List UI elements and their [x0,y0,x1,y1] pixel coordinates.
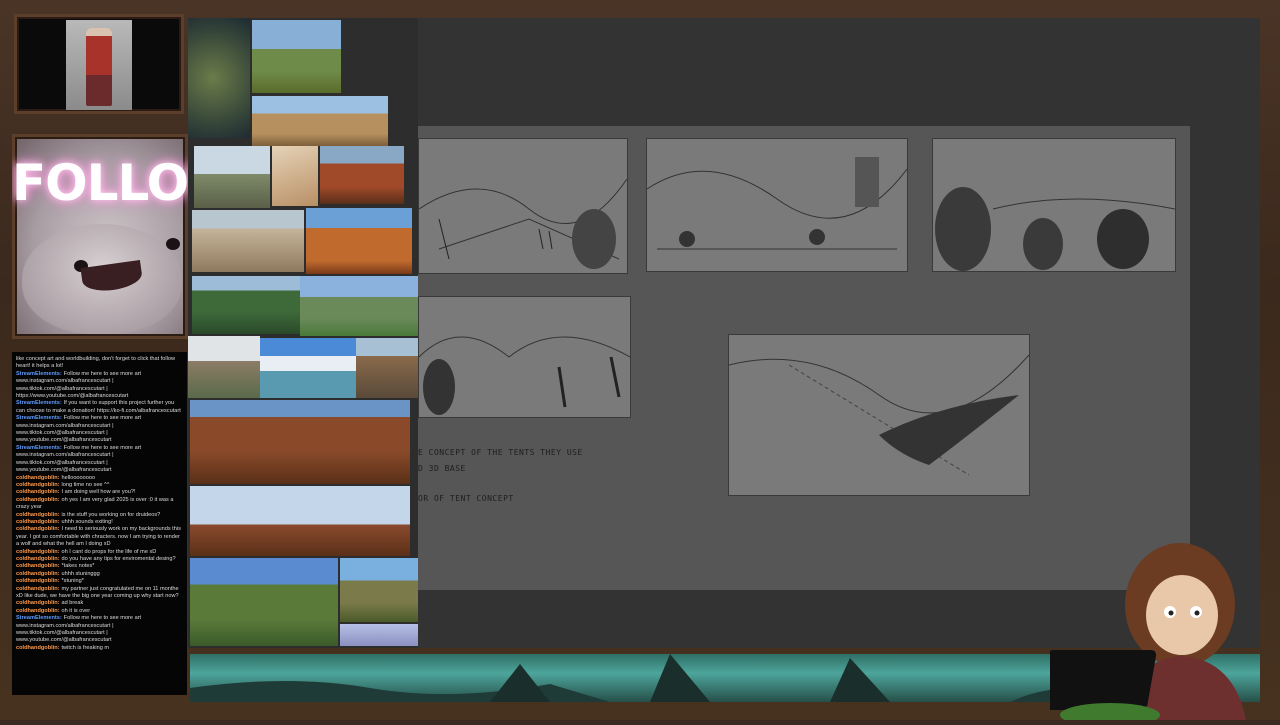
chat-username[interactable]: coldhandgoblin: [16,563,60,569]
chat-text: like concept art and worldbuilding, don'… [16,356,176,370]
chat-message: coldhandgoblin: twitch is freaking m [16,645,183,652]
desert-rock-reference-image [252,96,388,146]
streamer-avatar [1037,520,1270,725]
chat-message: coldhandgoblin: helloooooooo [16,475,183,482]
mesa-reference-image [190,486,410,556]
chat-message: coldhandgoblin: oh I cant do props for th… [16,549,183,556]
thumbnail-sketch-4 [418,296,631,418]
chat-message: coldhandgoblin: oh it is over [16,608,183,615]
chat-message: StreamElements: Follow me here to see mor… [16,371,183,401]
chat-message: coldhandgoblin: uhhh stuninggg [16,571,183,578]
chat-text: helloooooooo [61,474,96,481]
chat-panel: like concept art and worldbuilding, don'… [12,352,187,695]
chat-message: StreamElements: If you want to support th… [16,400,183,415]
chat-message: coldhandgoblin: I am doing well how are y… [16,489,183,496]
red-canyon-reference-image [190,400,410,484]
chat-username[interactable]: coldhandgoblin: [16,578,60,584]
chat-text: twitch is freaking m [61,644,110,651]
thumbnail-sketch-1 [418,138,628,274]
webcam-preview [14,14,184,114]
chat-message: coldhandgoblin: long time no see ^^ [16,482,183,489]
chat-message: coldhandgoblin: *takes notes* [16,563,183,570]
chat-username[interactable]: StreamElements: [16,445,62,451]
chat-username[interactable]: StreamElements: [16,400,62,406]
chat-message: like concept art and worldbuilding, don'… [16,356,183,371]
chat-username[interactable]: coldhandgoblin: [16,571,60,577]
snow-camp-reference-image [194,146,270,208]
chat-message: coldhandgoblin: *stuning* [16,578,183,585]
sketch-note-1: E CONCEPT OF THE TENTS THEY USE [418,448,583,457]
chat-username[interactable]: coldhandgoblin: [16,526,60,532]
chat-message: StreamElements: Follow me here to see mor… [16,615,183,645]
chat-username[interactable]: coldhandgoblin: [16,489,60,495]
sketch-note-3: OR OF TENT CONCEPT [418,494,514,503]
chat-text: oh it is over [61,607,91,614]
follow-alert-panel: FOLLOW [12,134,188,339]
thumbnail-sketch-3 [932,138,1176,272]
waterfall-reference-image [192,276,300,334]
chat-username[interactable]: coldhandgoblin: [16,519,60,525]
thumbnail-sketch-2 [646,138,908,272]
chat-username[interactable]: coldhandgoblin: [16,512,60,518]
chat-text: is the stuff you working on for druideos… [61,511,161,518]
chat-text: *stuning* [61,578,84,585]
reference-image-board [188,18,418,648]
chat-text: do you have any tips for enviromental de… [61,555,176,562]
chat-message: coldhandgoblin: uhhh sounds exiting! [16,519,183,526]
rock-spires-reference-image [306,208,412,274]
chat-username[interactable]: coldhandgoblin: [16,497,60,503]
chat-username[interactable]: coldhandgoblin: [16,645,60,651]
dunes-reference-image [272,146,318,206]
plateau-reference-image [340,558,418,622]
chat-text: I am doing well how are you?! [61,489,136,496]
chat-text: oh I cant do props for the life of me xD [61,548,157,555]
chat-username[interactable]: StreamElements: [16,615,62,621]
chat-message: coldhandgoblin: I need to seriously work … [16,526,183,548]
chat-message: coldhandgoblin: is the stuff you working … [16,512,183,519]
snowy-peaks-reference-image [260,338,356,398]
steppe-reference-image [252,20,341,93]
sketch-note-2: D 3D BASE [418,464,466,473]
canyon-small-reference-image [356,338,418,398]
chat-message: StreamElements: Follow me here to see mor… [16,415,183,445]
red-mountain-reference-image [320,146,404,204]
chat-text: ad break [61,600,84,607]
chat-message: coldhandgoblin: ad break [16,600,183,607]
yurt-reference-image [188,336,260,398]
chat-text: uhhh sounds exiting! [61,518,113,525]
chat-username[interactable]: coldhandgoblin: [16,482,60,488]
follow-text: FOLLOW [12,154,188,212]
chat-username[interactable]: coldhandgoblin: [16,600,60,606]
chat-username[interactable]: StreamElements: [16,371,62,377]
lake-valley-reference-image [300,276,418,336]
thumbnail-sketch-5 [728,334,1030,496]
chat-username[interactable]: coldhandgoblin: [16,608,60,614]
map-reference-image [188,18,250,138]
character-reference-image [66,20,132,110]
chat-username[interactable]: coldhandgoblin: [16,549,60,555]
chat-username[interactable]: coldhandgoblin: [16,586,60,592]
chat-username[interactable]: coldhandgoblin: [16,475,60,481]
chat-text: uhhh stuninggg [61,570,100,577]
chat-message: coldhandgoblin: my partner just congratul… [16,586,183,601]
fog-reference-image [340,624,418,646]
chat-message: coldhandgoblin: do you have any tips for … [16,556,183,563]
salt-flat-reference-image [192,210,304,272]
chat-username[interactable]: StreamElements: [16,415,62,421]
chat-message: coldhandgoblin: oh yes I am very glad 202… [16,497,183,512]
chat-message: StreamElements: Follow me here to see mor… [16,445,183,475]
chat-text: *takes notes* [61,563,95,570]
chat-text: long time no see ^^ [61,481,110,488]
chat-username[interactable]: coldhandgoblin: [16,556,60,562]
green-cliff-reference-image [190,558,338,646]
